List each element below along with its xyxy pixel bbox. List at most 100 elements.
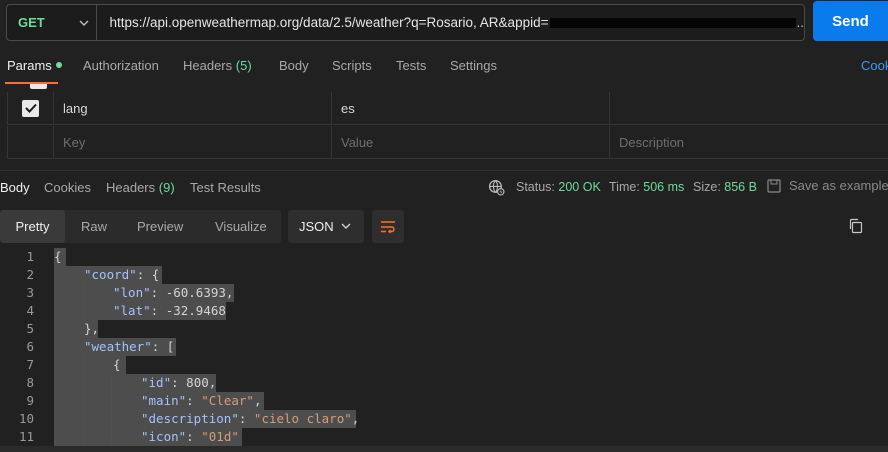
line-number: 1 bbox=[26, 249, 34, 264]
code-line: 11 "icon": "01d" bbox=[0, 428, 888, 446]
url-text: https://api.openweathermap.org/data/2.5/… bbox=[109, 15, 549, 30]
description-placeholder[interactable]: Description bbox=[609, 126, 888, 158]
globe-icon[interactable] bbox=[488, 179, 505, 199]
json-key-text: lat bbox=[120, 303, 144, 318]
url-overflow: .. bbox=[796, 15, 804, 30]
param-key[interactable]: lang bbox=[53, 92, 331, 124]
time-info[interactable]: Time: 506 ms bbox=[609, 180, 684, 194]
save-as-example-label: Save as example bbox=[789, 178, 888, 193]
time-label: Time: bbox=[609, 180, 640, 194]
code-line: 8 "id": 800, bbox=[0, 374, 888, 392]
line-number: 6 bbox=[26, 339, 34, 354]
view-mode-visualize[interactable]: Visualize bbox=[215, 210, 267, 243]
code-line: 4 "lat": -32.9468 bbox=[0, 302, 888, 320]
code-text: : 800, bbox=[171, 375, 217, 390]
code-text: : { bbox=[136, 267, 160, 282]
size-value: 856 B bbox=[724, 180, 757, 194]
wrap-icon bbox=[381, 220, 395, 233]
param-description[interactable] bbox=[609, 92, 888, 124]
row-checkbox-cell bbox=[7, 92, 53, 124]
tab-response-headers-label: Headers bbox=[106, 180, 156, 195]
view-mode-raw[interactable]: Raw bbox=[81, 210, 107, 243]
indent-guide bbox=[83, 266, 84, 320]
json-key-text: icon bbox=[148, 429, 179, 444]
row-checkbox-cell bbox=[7, 126, 53, 158]
status-value: 200 OK bbox=[558, 180, 601, 194]
param-value[interactable]: es bbox=[331, 92, 609, 124]
code-line: 2 "coord": { bbox=[0, 266, 888, 284]
tab-headers-label: Headers bbox=[183, 58, 233, 73]
save-as-example-button[interactable]: Save as example bbox=[767, 178, 888, 193]
horizontal-scrollbar[interactable] bbox=[0, 446, 888, 452]
params-table: lang es Key Value Description bbox=[7, 84, 888, 159]
line-number: 7 bbox=[26, 357, 34, 372]
cookies-link[interactable]: Cook bbox=[861, 58, 888, 73]
time-value: 506 ms bbox=[643, 180, 685, 194]
code-text: , bbox=[253, 393, 262, 408]
view-mode-preview[interactable]: Preview bbox=[137, 210, 183, 243]
code-text: : [ bbox=[151, 339, 175, 354]
tab-test-results[interactable]: Test Results bbox=[190, 180, 261, 195]
code-text: : -60.6393, bbox=[150, 285, 234, 300]
tab-headers[interactable]: Headers (5) bbox=[183, 58, 252, 73]
view-mode-pretty[interactable]: Pretty bbox=[0, 210, 65, 243]
code-text: { bbox=[113, 357, 121, 372]
code-text: { bbox=[54, 249, 62, 264]
response-body-editor[interactable]: 1 { 2 "coord": { 3 "lon": -60.6393, 4 "l… bbox=[0, 247, 888, 447]
tab-params[interactable]: Params bbox=[7, 58, 62, 73]
json-key-text: id bbox=[148, 375, 164, 390]
tab-scripts[interactable]: Scripts bbox=[332, 58, 372, 73]
line-number: 11 bbox=[18, 429, 34, 444]
method-select[interactable]: GET bbox=[7, 5, 98, 40]
tab-response-headers[interactable]: Headers (9) bbox=[106, 180, 175, 195]
tab-authorization[interactable]: Authorization bbox=[83, 58, 159, 73]
code-line: 9 "main": "Clear", bbox=[0, 392, 888, 410]
value-placeholder[interactable]: Value bbox=[331, 126, 609, 158]
json-key-text: coord bbox=[91, 267, 130, 282]
response-view-toolbar: Pretty Raw Preview Visualize JSON bbox=[0, 210, 888, 244]
response-header: Body Cookies Headers (9) Test Results St… bbox=[0, 170, 888, 204]
line-number: 8 bbox=[26, 375, 34, 390]
chevron-down-icon bbox=[341, 223, 351, 229]
indent-guide bbox=[55, 266, 56, 446]
params-active-dot bbox=[55, 62, 62, 68]
table-row: lang es bbox=[7, 92, 888, 125]
status-info[interactable]: Status: 200 OK bbox=[516, 180, 601, 194]
checkbox-partial[interactable] bbox=[30, 84, 47, 89]
checkbox[interactable] bbox=[22, 99, 39, 117]
line-number: 10 bbox=[18, 411, 34, 426]
json-string-value: cielo claro bbox=[261, 411, 345, 426]
size-info[interactable]: Size: 856 B bbox=[693, 180, 757, 194]
send-button[interactable]: Send bbox=[813, 1, 888, 41]
tab-response-body[interactable]: Body bbox=[0, 180, 30, 195]
code-line: 3 "lon": -60.6393, bbox=[0, 284, 888, 302]
tab-tests[interactable]: Tests bbox=[396, 58, 426, 73]
line-number: 3 bbox=[26, 285, 34, 300]
code-line: 10 "description": "cielo claro", bbox=[0, 410, 888, 428]
json-key-text: description bbox=[148, 411, 232, 426]
json-key-text: lon bbox=[120, 285, 144, 300]
status-label: Status: bbox=[516, 180, 555, 194]
code-text: }, bbox=[84, 321, 100, 336]
url-bar: GET https://api.openweathermap.org/data/… bbox=[6, 4, 805, 41]
tab-body[interactable]: Body bbox=[279, 58, 309, 73]
table-row-new: Key Value Description bbox=[7, 126, 888, 159]
json-key-text: weather bbox=[91, 339, 145, 354]
json-key-text: main bbox=[148, 393, 179, 408]
copy-icon[interactable] bbox=[848, 218, 866, 236]
indent-guide bbox=[111, 374, 112, 446]
key-placeholder[interactable]: Key bbox=[53, 126, 331, 158]
code-line: 6 "weather": [ bbox=[0, 338, 888, 356]
wrap-lines-button[interactable] bbox=[372, 210, 404, 243]
code-line: 1 { bbox=[0, 248, 888, 266]
url-input[interactable]: https://api.openweathermap.org/data/2.5/… bbox=[97, 15, 804, 30]
line-number: 4 bbox=[26, 303, 34, 318]
tab-settings[interactable]: Settings bbox=[450, 58, 497, 73]
format-select[interactable]: JSON bbox=[288, 210, 364, 243]
response-headers-count: (9) bbox=[158, 180, 175, 195]
chevron-down-icon bbox=[72, 5, 96, 40]
save-icon bbox=[767, 178, 781, 193]
json-key: "coord" bbox=[84, 267, 137, 282]
tab-response-cookies[interactable]: Cookies bbox=[44, 180, 91, 195]
line-number: 9 bbox=[26, 393, 34, 408]
